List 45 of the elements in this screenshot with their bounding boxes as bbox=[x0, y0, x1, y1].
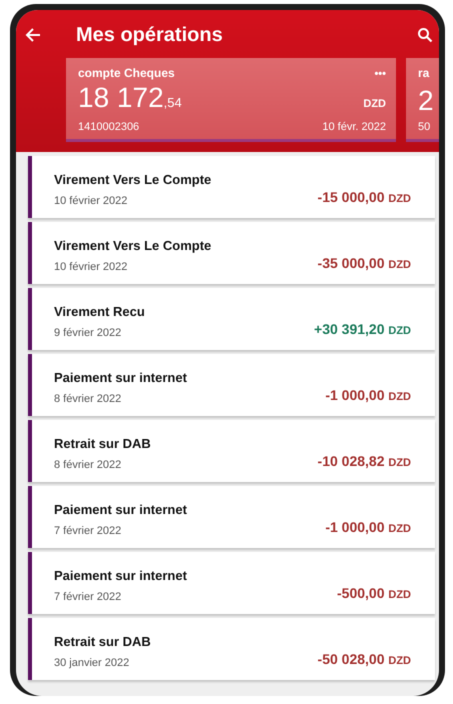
account-balance: 18 172,54 bbox=[78, 84, 182, 115]
operation-row[interactable]: Virement Vers Le Compte 10 février 2022 -35 000,00 DZD bbox=[28, 222, 435, 284]
operation-row[interactable]: Retrait sur DAB 30 janvier 2022 -50 028,00 DZD bbox=[28, 618, 435, 680]
operation-amount: -1 000,00 DZD bbox=[325, 519, 411, 535]
operation-amount: -35 000,00 DZD bbox=[318, 255, 411, 271]
operation-label: Retrait sur DAB bbox=[54, 436, 151, 450]
account-balance: 2 bbox=[418, 86, 434, 114]
operation-row[interactable]: Retrait sur DAB 8 février 2022 -10 028,82 DZD bbox=[28, 420, 435, 482]
operation-amount: -50 028,00 DZD bbox=[318, 651, 411, 667]
operation-amount: +30 391,20 DZD bbox=[314, 321, 411, 337]
account-name: ra bbox=[418, 66, 430, 80]
operation-date: 7 février 2022 bbox=[54, 590, 122, 602]
operation-row[interactable]: Virement Vers Le Compte 10 février 2022 -15 000,00 DZD bbox=[28, 156, 435, 218]
operation-date: 8 février 2022 bbox=[54, 392, 122, 404]
operation-label: Paiement sur internet bbox=[54, 568, 187, 582]
page-title: Mes opérations bbox=[76, 24, 224, 46]
account-card[interactable]: ra 2 50 bbox=[406, 58, 439, 142]
operation-amount: -1 000,00 DZD bbox=[325, 387, 411, 403]
operation-date: 9 février 2022 bbox=[54, 326, 122, 338]
operation-amount: -15 000,00 DZD bbox=[318, 189, 411, 205]
currency: DZD bbox=[363, 98, 386, 110]
operation-date: 7 février 2022 bbox=[54, 524, 122, 536]
operation-row[interactable]: Paiement sur internet 7 février 2022 -1 000,00 DZD bbox=[28, 486, 435, 548]
operation-label: Paiement sur internet bbox=[54, 502, 187, 516]
operation-date: 10 février 2022 bbox=[54, 194, 128, 206]
account-card[interactable]: compte Cheques ••• 18 172,54 DZD 1410002306 10 févr. 2022 bbox=[66, 58, 396, 142]
operation-label: Retrait sur DAB bbox=[54, 634, 151, 648]
back-icon[interactable] bbox=[24, 26, 42, 44]
account-date: 10 févr. 2022 bbox=[322, 121, 386, 133]
account-number: 1410002306 bbox=[78, 121, 140, 133]
operation-row[interactable]: Paiement sur internet 8 février 2022 -1 000,00 DZD bbox=[28, 354, 435, 416]
operation-label: Virement Vers Le Compte bbox=[54, 238, 212, 252]
operation-row[interactable]: Paiement sur internet 7 février 2022 -500,00 DZD bbox=[28, 552, 435, 614]
operation-label: Paiement sur internet bbox=[54, 370, 187, 384]
operation-date: 10 février 2022 bbox=[54, 260, 128, 272]
operation-label: Virement Recu bbox=[54, 304, 145, 318]
operation-amount: -10 028,82 DZD bbox=[318, 453, 411, 469]
operation-date: 8 février 2022 bbox=[54, 458, 122, 470]
operation-date: 30 janvier 2022 bbox=[54, 656, 130, 668]
account-number: 50 bbox=[418, 121, 430, 133]
operation-row[interactable]: Virement Recu 9 février 2022 +30 391,20 DZD bbox=[28, 288, 435, 350]
search-icon[interactable] bbox=[417, 27, 433, 43]
operation-label: Virement Vers Le Compte bbox=[54, 172, 212, 186]
operation-amount: -500,00 DZD bbox=[337, 585, 411, 601]
account-name: compte Cheques bbox=[78, 66, 175, 80]
